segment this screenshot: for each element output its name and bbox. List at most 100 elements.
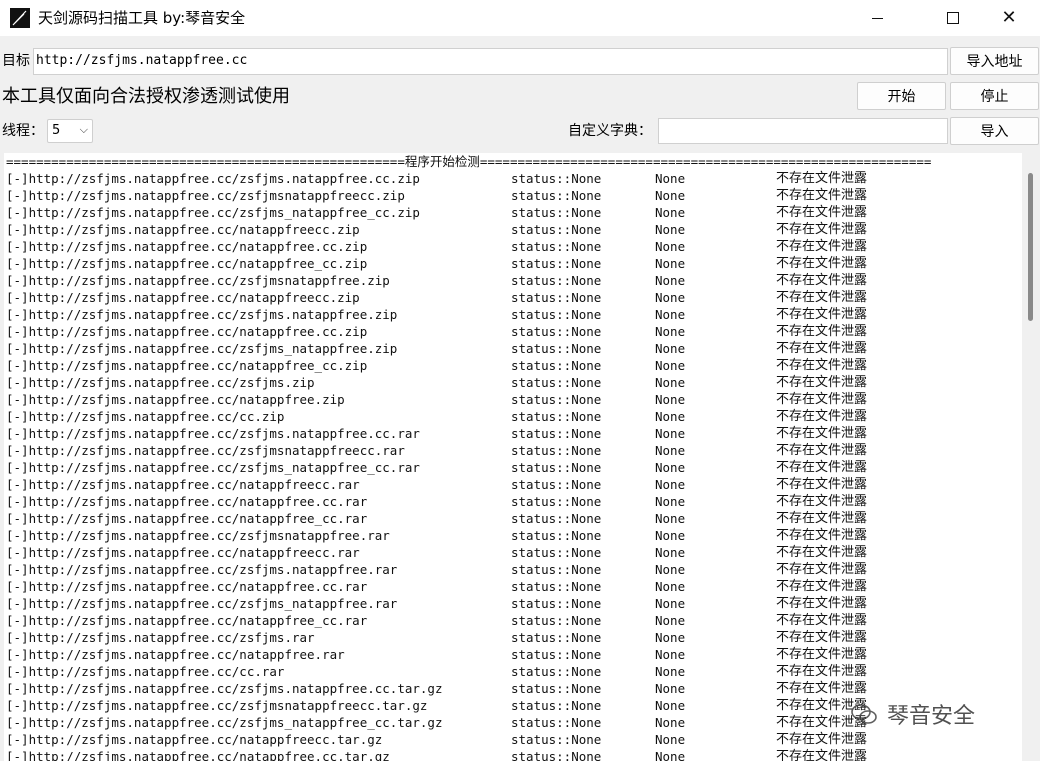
log-url: [-]http://zsfjms.natappfree.cc/natappfre… [6, 290, 360, 305]
log-code: None [655, 392, 686, 407]
log-message: 不存在文件泄露 [776, 358, 868, 373]
import-dict-button[interactable]: 导入 [950, 117, 1039, 145]
chevron-down-icon: ⌵ [79, 123, 88, 136]
vertical-scrollbar[interactable] [1022, 153, 1040, 761]
log-code: None [655, 460, 686, 475]
log-message: 不存在文件泄露 [776, 664, 868, 679]
log-status: status::None [511, 749, 602, 761]
log-code: None [655, 324, 686, 339]
log-code: None [655, 171, 686, 186]
log-status: status::None [511, 392, 602, 407]
close-icon: ✕ [1001, 7, 1017, 28]
log-code: None [655, 341, 686, 356]
log-row: [-]http://zsfjms.natappfree.cc/natappfre… [6, 612, 1016, 629]
log-code: None [655, 664, 686, 679]
log-status: status::None [511, 205, 602, 220]
log-url: [-]http://zsfjms.natappfree.cc/natappfre… [6, 324, 368, 339]
log-url: [-]http://zsfjms.natappfree.cc/zsfjmsnat… [6, 443, 405, 458]
log-row: [-]http://zsfjms.natappfree.cc/natappfre… [6, 578, 1016, 595]
log-status: status::None [511, 630, 602, 645]
log-status: status::None [511, 222, 602, 237]
log-code: None [655, 273, 686, 288]
log-row: [-]http://zsfjms.natappfree.cc/zsfjms.zi… [6, 374, 1016, 391]
log-url: [-]http://zsfjms.natappfree.cc/zsfjms_na… [6, 205, 420, 220]
log-url: [-]http://zsfjms.natappfree.cc/natappfre… [6, 579, 368, 594]
log-code: None [655, 426, 686, 441]
maximize-button[interactable] [930, 0, 976, 36]
log-url: [-]http://zsfjms.natappfree.cc/zsfjmsnat… [6, 528, 390, 543]
wechat-logo-icon [850, 703, 880, 731]
log-url: [-]http://zsfjms.natappfree.cc/natappfre… [6, 647, 345, 662]
log-message: 不存在文件泄露 [776, 579, 868, 594]
log-status: status::None [511, 715, 602, 730]
log-code: None [655, 749, 686, 761]
log-url: [-]http://zsfjms.natappfree.cc/zsfjmsnat… [6, 273, 390, 288]
log-status: status::None [511, 426, 602, 441]
feather-pen-icon [10, 8, 30, 28]
log-row: [-]http://zsfjms.natappfree.cc/cc.rar sta… [6, 663, 1016, 680]
watermark-text: 琴音安全 [887, 704, 976, 729]
target-input[interactable]: http://zsfjms.natappfree.cc [33, 48, 948, 75]
custom-dict-input[interactable] [658, 118, 948, 144]
log-message: 不存在文件泄露 [776, 443, 868, 458]
log-message: 不存在文件泄露 [776, 239, 868, 254]
log-message: 不存在文件泄露 [776, 171, 868, 186]
log-message: 不存在文件泄露 [776, 681, 868, 696]
log-status: status::None [511, 239, 602, 254]
log-row: [-]http://zsfjms.natappfree.cc/zsfjmsnat… [6, 187, 1016, 204]
log-status: status::None [511, 290, 602, 305]
log-code: None [655, 715, 686, 730]
log-message: 不存在文件泄露 [776, 528, 868, 543]
log-status: status::None [511, 358, 602, 373]
log-code: None [655, 477, 686, 492]
log-status: status::None [511, 698, 602, 713]
log-status: status::None [511, 273, 602, 288]
log-row: [-]http://zsfjms.natappfree.cc/natappfre… [6, 646, 1016, 663]
log-url: [-]http://zsfjms.natappfree.cc/cc.rar [6, 664, 285, 679]
log-message: 不存在文件泄露 [776, 460, 868, 475]
log-message: 不存在文件泄露 [776, 409, 868, 424]
log-status: status::None [511, 375, 602, 390]
log-url: [-]http://zsfjms.natappfree.cc/natappfre… [6, 392, 345, 407]
log-code: None [655, 239, 686, 254]
log-url: [-]http://zsfjms.natappfree.cc/cc.zip [6, 409, 285, 424]
log-url: [-]http://zsfjms.natappfree.cc/natappfre… [6, 732, 383, 747]
maximize-icon [947, 12, 959, 24]
log-code: None [655, 562, 686, 577]
log-message: 不存在文件泄露 [776, 205, 868, 220]
log-url: [-]http://zsfjms.natappfree.cc/natappfre… [6, 239, 368, 254]
log-message: 不存在文件泄露 [776, 630, 868, 645]
log-code: None [655, 511, 686, 526]
import-address-button[interactable]: 导入地址 [950, 47, 1039, 75]
log-url: [-]http://zsfjms.natappfree.cc/zsfjms.na… [6, 171, 420, 186]
log-row: [-]http://zsfjms.natappfree.cc/cc.zip sta… [6, 408, 1016, 425]
log-code: None [655, 307, 686, 322]
log-status: status::None [511, 171, 602, 186]
log-code: None [655, 528, 686, 543]
target-label: 目标 [2, 53, 30, 69]
output-log[interactable]: ========================================… [4, 153, 1022, 761]
log-url: [-]http://zsfjms.natappfree.cc/natappfre… [6, 477, 360, 492]
minimize-button[interactable] [854, 0, 900, 36]
scrollbar-thumb[interactable] [1028, 173, 1033, 321]
close-button[interactable]: ✕ [986, 0, 1032, 36]
log-row: [-]http://zsfjms.natappfree.cc/zsfjms_na… [6, 340, 1016, 357]
log-message: 不存在文件泄露 [776, 545, 868, 560]
log-status: status::None [511, 511, 602, 526]
log-code: None [655, 256, 686, 271]
log-code: None [655, 698, 686, 713]
log-url: [-]http://zsfjms.natappfree.cc/natappfre… [6, 545, 360, 560]
threads-select[interactable]: 5 ⌵ [47, 119, 93, 143]
log-message: 不存在文件泄露 [776, 273, 868, 288]
log-row: [-]http://zsfjms.natappfree.cc/zsfjmsnat… [6, 442, 1016, 459]
title-bar: 天剑源码扫描工具 by:琴音安全 ✕ [0, 0, 1040, 36]
log-header: ========================================… [6, 154, 932, 169]
log-row: [-]http://zsfjms.natappfree.cc/zsfjmsnat… [6, 527, 1016, 544]
log-status: status::None [511, 409, 602, 424]
log-status: status::None [511, 443, 602, 458]
log-url: [-]http://zsfjms.natappfree.cc/natappfre… [6, 222, 360, 237]
start-button[interactable]: 开始 [857, 82, 946, 110]
log-url: [-]http://zsfjms.natappfree.cc/zsfjms_na… [6, 596, 398, 611]
stop-button[interactable]: 停止 [950, 82, 1039, 110]
log-code: None [655, 647, 686, 662]
